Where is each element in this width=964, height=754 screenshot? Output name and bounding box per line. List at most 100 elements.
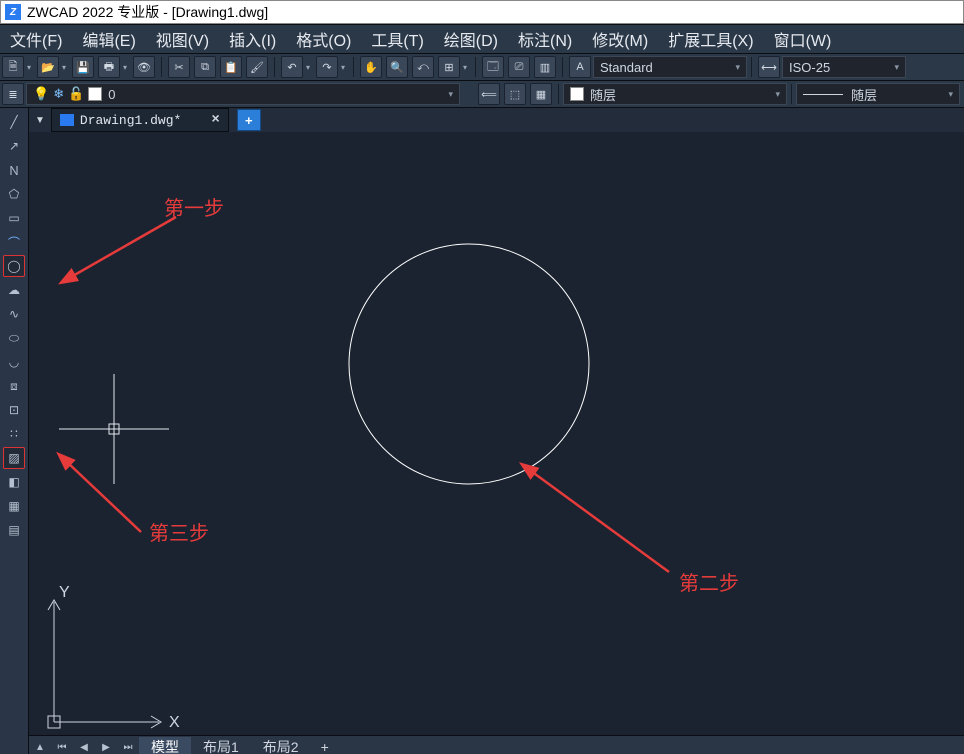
table-tool-icon[interactable]: ▤ (3, 519, 25, 541)
matchprop-icon[interactable]: 🖌 (246, 56, 268, 78)
pan-icon[interactable]: ✋ (360, 56, 382, 78)
redo-drop-icon[interactable]: ▾ (340, 57, 346, 77)
xline-tool-icon[interactable]: ↗ (3, 135, 25, 157)
layer-combo[interactable]: 💡 ❄ 🔓 0 ▾ (26, 83, 460, 105)
chevron-down-icon: ▾ (448, 89, 453, 100)
layer-name: 0 (108, 87, 115, 102)
hatch-tool-icon[interactable]: ▨ (3, 447, 25, 469)
menu-dimension[interactable]: 标注(N) (508, 27, 582, 51)
layout-nav-prev-icon[interactable]: ◀ (74, 738, 94, 754)
makeblock-tool-icon[interactable]: ⊡ (3, 399, 25, 421)
save-icon[interactable]: 💾 (72, 56, 94, 78)
arc-tool-icon[interactable]: ⌒ (3, 231, 25, 253)
freeze-icon: ❄ (53, 86, 64, 102)
chevron-down-icon: ▾ (735, 62, 740, 73)
menu-draw[interactable]: 绘图(D) (434, 27, 508, 51)
textstyle-value: Standard (600, 60, 653, 75)
layerprev-icon[interactable]: ⟸ (478, 83, 500, 105)
dimstyle-combo[interactable]: ISO-25▾ (782, 56, 906, 78)
menu-insert[interactable]: 插入(I) (219, 27, 286, 51)
undo-icon[interactable]: ↶ (281, 56, 303, 78)
polygon-tool-icon[interactable]: ⬠ (3, 183, 25, 205)
rectangle-tool-icon[interactable]: ▭ (3, 207, 25, 229)
layout-tab-layout2[interactable]: 布局2 (251, 737, 311, 754)
circle-tool-icon[interactable]: ◯ (3, 255, 25, 277)
gradient-tool-icon[interactable]: ◧ (3, 471, 25, 493)
doctab-collapse-icon[interactable]: ▼ (35, 115, 45, 126)
chevron-down-icon: ▾ (948, 89, 953, 100)
region-tool-icon[interactable]: ▦ (3, 495, 25, 517)
paste-icon[interactable]: 📋 (220, 56, 242, 78)
drawn-circle[interactable] (349, 244, 589, 484)
linetype-label: 随层 (851, 85, 877, 104)
zoom-window-icon[interactable]: ⊞ (438, 56, 460, 78)
zoom-realtime-icon[interactable]: 🔍 (386, 56, 408, 78)
dimstyle-icon[interactable]: ⟷ (758, 56, 780, 78)
revcloud-tool-icon[interactable]: ☁ (3, 279, 25, 301)
redo-icon[interactable]: ↷ (316, 56, 338, 78)
doc-tabbar: ▼ Drawing1.dwg* × + (29, 108, 964, 133)
add-tab-button[interactable]: + (237, 109, 261, 131)
chevron-down-icon: ▾ (894, 62, 899, 73)
viewport[interactable]: X Y 第一步 第二步 第三步 (29, 132, 964, 736)
menu-tools[interactable]: 工具(T) (361, 27, 433, 51)
color-swatch-icon (570, 87, 584, 101)
zoom-prev-icon[interactable]: ⤺ (412, 56, 434, 78)
menu-express[interactable]: 扩展工具(X) (658, 27, 763, 51)
new-drop-icon[interactable]: ▾ (26, 57, 32, 77)
spline-tool-icon[interactable]: ∿ (3, 303, 25, 325)
designcenter-icon[interactable]: ⎚ (508, 56, 530, 78)
layout-nav-first-icon[interactable]: ⏮ (52, 738, 72, 754)
layout-tab-model[interactable]: 模型 (139, 737, 191, 754)
menu-bar: 文件(F) 编辑(E) 视图(V) 插入(I) 格式(O) 工具(T) 绘图(D… (0, 24, 964, 54)
color-bylayer-combo[interactable]: 随层 ▾ (563, 83, 787, 105)
line-tool-icon[interactable]: ╱ (3, 111, 25, 133)
point-tool-icon[interactable]: ∷ (3, 423, 25, 445)
layout-add-button[interactable]: + (311, 737, 339, 754)
properties-icon[interactable]: 🗔 (482, 56, 504, 78)
layout-nav-next-icon[interactable]: ▶ (96, 738, 116, 754)
layeriso-icon[interactable]: ⬚ (504, 83, 526, 105)
textstyle-icon[interactable]: A (569, 56, 591, 78)
layercolor-swatch-icon (88, 87, 102, 101)
menu-window[interactable]: 窗口(W) (764, 27, 842, 51)
crosshair-cursor-icon (59, 374, 169, 484)
undo-drop-icon[interactable]: ▾ (305, 57, 311, 77)
step2-arrow-icon (531, 471, 669, 572)
polyline-tool-icon[interactable]: Ｎ (3, 159, 25, 181)
layout-nav-last-icon[interactable]: ⏭ (118, 738, 138, 754)
layermgr-icon[interactable]: ≣ (2, 83, 24, 105)
print-drop-icon[interactable]: ▾ (122, 57, 128, 77)
copy-icon[interactable]: ⧉ (194, 56, 216, 78)
ucs-x-label: X (169, 714, 180, 731)
standard-toolbar: 🗎▾ 📂▾ 💾 🖶▾ 👁 ✂ ⧉ 📋 🖌 ↶▾ ↷▾ ✋ 🔍 ⤺ ⊞▾ 🗔 ⎚ … (0, 54, 964, 81)
menu-edit[interactable]: 编辑(E) (72, 27, 145, 51)
textstyle-combo[interactable]: Standard ▾ (593, 56, 747, 78)
menu-modify[interactable]: 修改(M) (582, 27, 658, 51)
open-icon[interactable]: 📂 (37, 56, 59, 78)
layerend-icon[interactable]: ▦ (530, 83, 552, 105)
linetype-combo[interactable]: 随层 ▾ (796, 83, 960, 105)
bulb-icon: 💡 (33, 86, 49, 102)
open-drop-icon[interactable]: ▾ (61, 57, 67, 77)
new-icon[interactable]: 🗎 (2, 56, 24, 78)
menu-format[interactable]: 格式(O) (286, 27, 361, 51)
layout-nav-up-icon[interactable]: ▲ (30, 738, 50, 754)
print-icon[interactable]: 🖶 (98, 56, 120, 78)
toolpalettes-icon[interactable]: ▥ (534, 56, 556, 78)
cut-icon[interactable]: ✂ (168, 56, 190, 78)
menu-file[interactable]: 文件(F) (0, 27, 72, 51)
linetype-preview-icon (803, 94, 843, 95)
doc-tab-label: Drawing1.dwg* (80, 113, 181, 128)
insertblock-tool-icon[interactable]: ⧈ (3, 375, 25, 397)
step3-arrow-icon (67, 462, 141, 532)
doc-tab[interactable]: Drawing1.dwg* × (51, 108, 229, 132)
menu-view[interactable]: 视图(V) (146, 27, 219, 51)
ellipsearc-tool-icon[interactable]: ◡ (3, 351, 25, 373)
layout-tab-layout1[interactable]: 布局1 (191, 737, 251, 754)
ellipse-tool-icon[interactable]: ⬭ (3, 327, 25, 349)
close-tab-icon[interactable]: × (211, 112, 219, 128)
layer-toolbar: ≣ 💡 ❄ 🔓 0 ▾ ⟸ ⬚ ▦ 随层 ▾ 随层 ▾ (0, 81, 964, 108)
preview-icon[interactable]: 👁 (133, 56, 155, 78)
zoom-drop-icon[interactable]: ▾ (462, 57, 468, 77)
